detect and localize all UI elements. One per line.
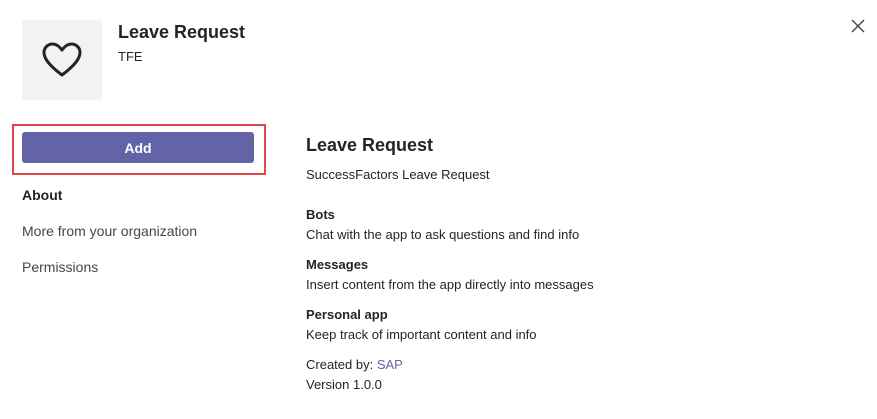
capability-text-bots: Chat with the app to ask questions and f… [306,227,580,242]
capability-heading-bots: Bots [306,207,335,222]
heart-icon [42,42,82,77]
app-icon-tile [22,20,102,100]
close-button[interactable] [849,17,867,35]
nav-item-more-from-organization[interactable]: More from your organization [22,223,197,239]
app-details-dialog: Leave Request TFE Add About More from yo… [0,0,877,419]
close-icon [851,19,865,33]
version-text: Version 1.0.0 [306,377,382,392]
details-description: SuccessFactors Leave Request [306,167,490,182]
nav-item-about[interactable]: About [22,187,62,203]
add-button[interactable]: Add [22,132,254,163]
capability-heading-messages: Messages [306,257,369,272]
created-by-label: Created by: [306,357,374,372]
capability-text-messages: Insert content from the app directly int… [306,277,594,292]
nav-item-permissions[interactable]: Permissions [22,259,98,275]
app-publisher: TFE [118,49,143,64]
details-title: Leave Request [306,135,434,155]
app-title: Leave Request [118,22,246,42]
created-by-link[interactable]: SAP [377,357,403,372]
capability-text-personal-app: Keep track of important content and info [306,327,537,342]
created-by: Created by: SAP [306,357,403,372]
capability-heading-personal-app: Personal app [306,307,388,322]
